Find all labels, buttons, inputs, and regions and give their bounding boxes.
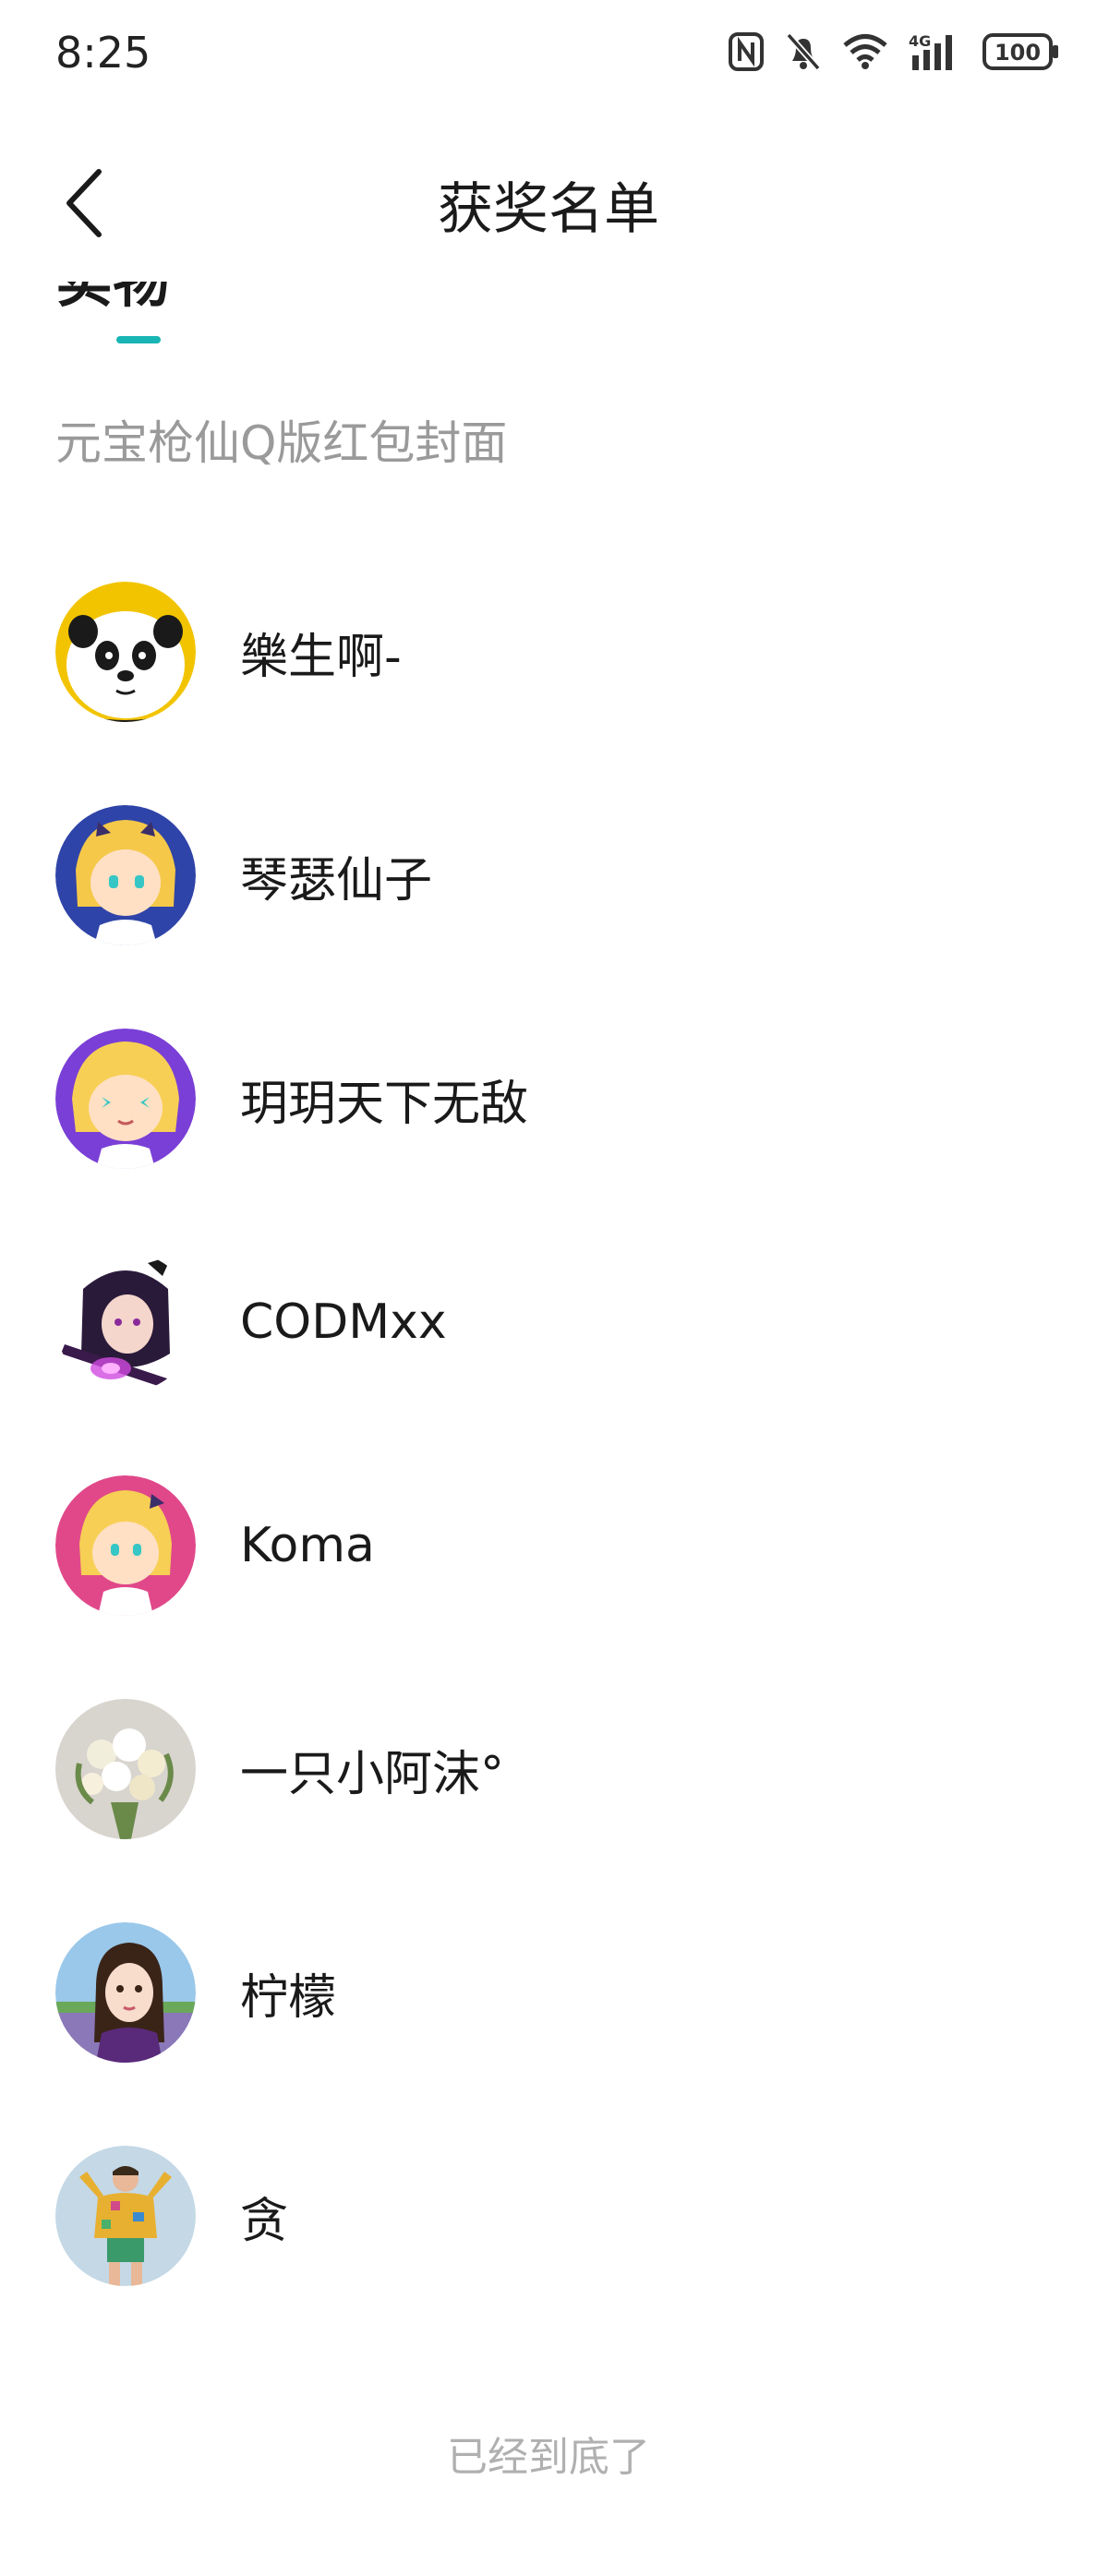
panda-avatar [55, 582, 196, 722]
flower-bouquet-avatar [55, 1699, 196, 1839]
list-item[interactable]: 贪 [0, 2104, 1097, 2328]
status-icons: 4G 100 [728, 31, 1060, 72]
cartoon-girl-pink-avatar [55, 1475, 196, 1616]
winner-list: 樂生啊- 琴瑟仙子 玥玥天下无敌 CODMxx Koma 一只小阿沫° 柠檬 贪 [0, 540, 1097, 2328]
header: 获奖名单 [0, 138, 1097, 268]
tab-label: 实物 [55, 282, 170, 319]
winner-name: Koma [240, 1518, 375, 1573]
list-item[interactable]: 玥玥天下无敌 [0, 987, 1097, 1210]
battery-level: 100 [995, 40, 1041, 66]
winner-name: 琴瑟仙子 [240, 852, 433, 909]
battery-icon: 100 [982, 31, 1060, 72]
list-item[interactable]: 琴瑟仙子 [0, 764, 1097, 987]
wifi-icon [842, 33, 888, 70]
winner-name: 玥玥天下无敌 [240, 1076, 529, 1132]
winner-name: 一只小阿沫° [240, 1746, 505, 1802]
status-time: 8:25 [55, 28, 151, 78]
tab-physical-prize[interactable]: 实物 [55, 282, 185, 323]
list-item[interactable]: 樂生啊- [0, 540, 1097, 764]
status-bar: 8:25 4G 100 [0, 0, 1097, 111]
network-label: 4G [909, 32, 931, 50]
boy-figure-avatar [55, 2146, 196, 2286]
girl-portrait-avatar [55, 1922, 196, 2063]
page-title: 获奖名单 [438, 177, 659, 242]
winner-name: 柠檬 [240, 1969, 337, 2026]
mute-bell-icon [785, 31, 822, 72]
cartoon-girl-blue-avatar [55, 805, 196, 945]
winner-list-page: 8:25 4G 100 获奖名单 实物 元宝枪 [0, 0, 1097, 2576]
tab-indicator [116, 336, 161, 343]
winner-name: 樂生啊- [240, 629, 402, 685]
list-item[interactable]: 一只小阿沫° [0, 1657, 1097, 1881]
end-of-list-text: 已经到底了 [447, 2434, 650, 2481]
list-item[interactable]: 柠檬 [0, 1881, 1097, 2104]
4g-signal-icon: 4G [909, 31, 962, 72]
nfc-icon [728, 31, 765, 72]
winner-name: CODMxx [240, 1294, 447, 1350]
list-item[interactable]: CODMxx [0, 1210, 1097, 1434]
winner-name: 贪 [240, 2193, 289, 2249]
anime-warrior-avatar [55, 1252, 196, 1392]
prize-section-label: 元宝枪仙Q版红包封面 [55, 416, 508, 470]
list-item[interactable]: Koma [0, 1434, 1097, 1657]
cartoon-girl-purple-avatar [55, 1029, 196, 1169]
